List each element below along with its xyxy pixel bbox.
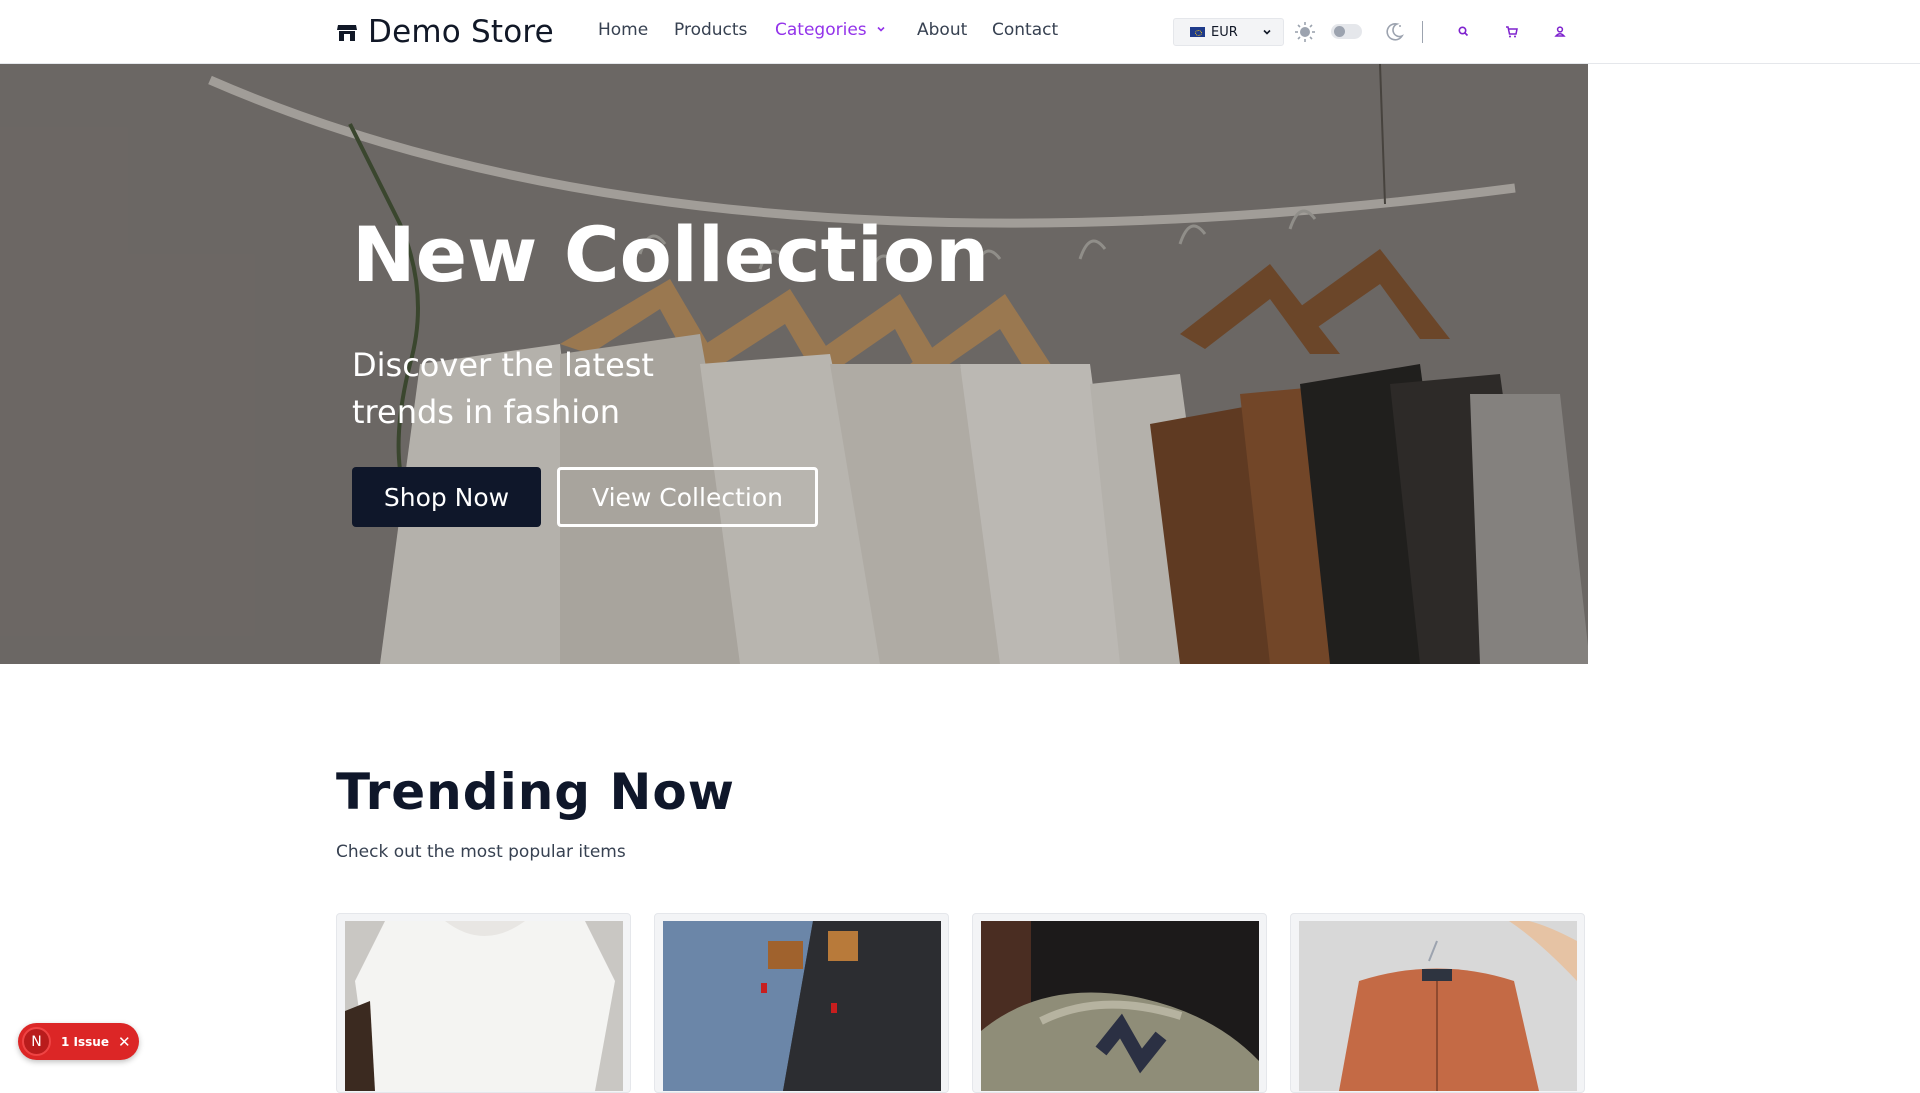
toggle-knob: [1334, 26, 1345, 37]
product-card[interactable]: [654, 913, 949, 1093]
nav-categories[interactable]: Categories: [775, 20, 887, 40]
nav-categories-label: Categories: [775, 20, 867, 40]
issue-badge[interactable]: N 1 Issue ✕: [18, 1023, 139, 1060]
product-image-sneakers: [981, 921, 1259, 1091]
eu-flag-icon: [1190, 27, 1205, 37]
theme-toggle[interactable]: [1331, 24, 1362, 39]
issue-label: 1 Issue: [61, 1034, 109, 1049]
currency-value: EUR: [1211, 24, 1238, 40]
product-card[interactable]: [972, 913, 1267, 1093]
hero-title: New Collection: [352, 210, 990, 299]
site-header: Demo Store Home Products Categories Abou…: [0, 0, 1920, 64]
chevron-down-icon: [875, 20, 887, 40]
header-divider: [1422, 21, 1423, 43]
close-icon[interactable]: ✕: [118, 1033, 131, 1051]
sun-icon: [1294, 21, 1316, 43]
brand-name: Demo Store: [368, 14, 554, 50]
nav-products[interactable]: Products: [674, 20, 747, 40]
product-card[interactable]: [336, 913, 631, 1093]
issue-avatar: N: [22, 1027, 51, 1056]
nav-home[interactable]: Home: [598, 20, 648, 40]
product-image-white-tshirt: [345, 921, 623, 1091]
user-icon[interactable]: [1551, 23, 1569, 41]
nav-about[interactable]: About: [917, 20, 967, 40]
hero-subtitle: Discover the latest trends in fashion: [352, 346, 654, 431]
product-image-orange-jacket: [1299, 921, 1577, 1091]
product-card[interactable]: [1290, 913, 1585, 1093]
view-collection-button[interactable]: View Collection: [557, 467, 818, 527]
product-image-denim-jeans: [663, 921, 941, 1091]
shop-now-button[interactable]: Shop Now: [352, 467, 541, 527]
brand-logo[interactable]: Demo Store: [336, 12, 554, 52]
trending-title: Trending Now: [336, 763, 735, 821]
store-icon: [336, 21, 358, 43]
hero-banner: New Collection Discover the latest trend…: [0, 64, 1920, 664]
currency-select[interactable]: EUR: [1173, 18, 1284, 46]
cart-icon[interactable]: [1503, 23, 1521, 41]
nav-contact[interactable]: Contact: [992, 20, 1058, 40]
hero-edge: [1588, 64, 1920, 664]
search-icon[interactable]: [1455, 23, 1473, 41]
trending-subtitle: Check out the most popular items: [336, 842, 626, 862]
moon-icon: [1383, 21, 1405, 43]
chevron-down-icon: [1261, 26, 1273, 38]
